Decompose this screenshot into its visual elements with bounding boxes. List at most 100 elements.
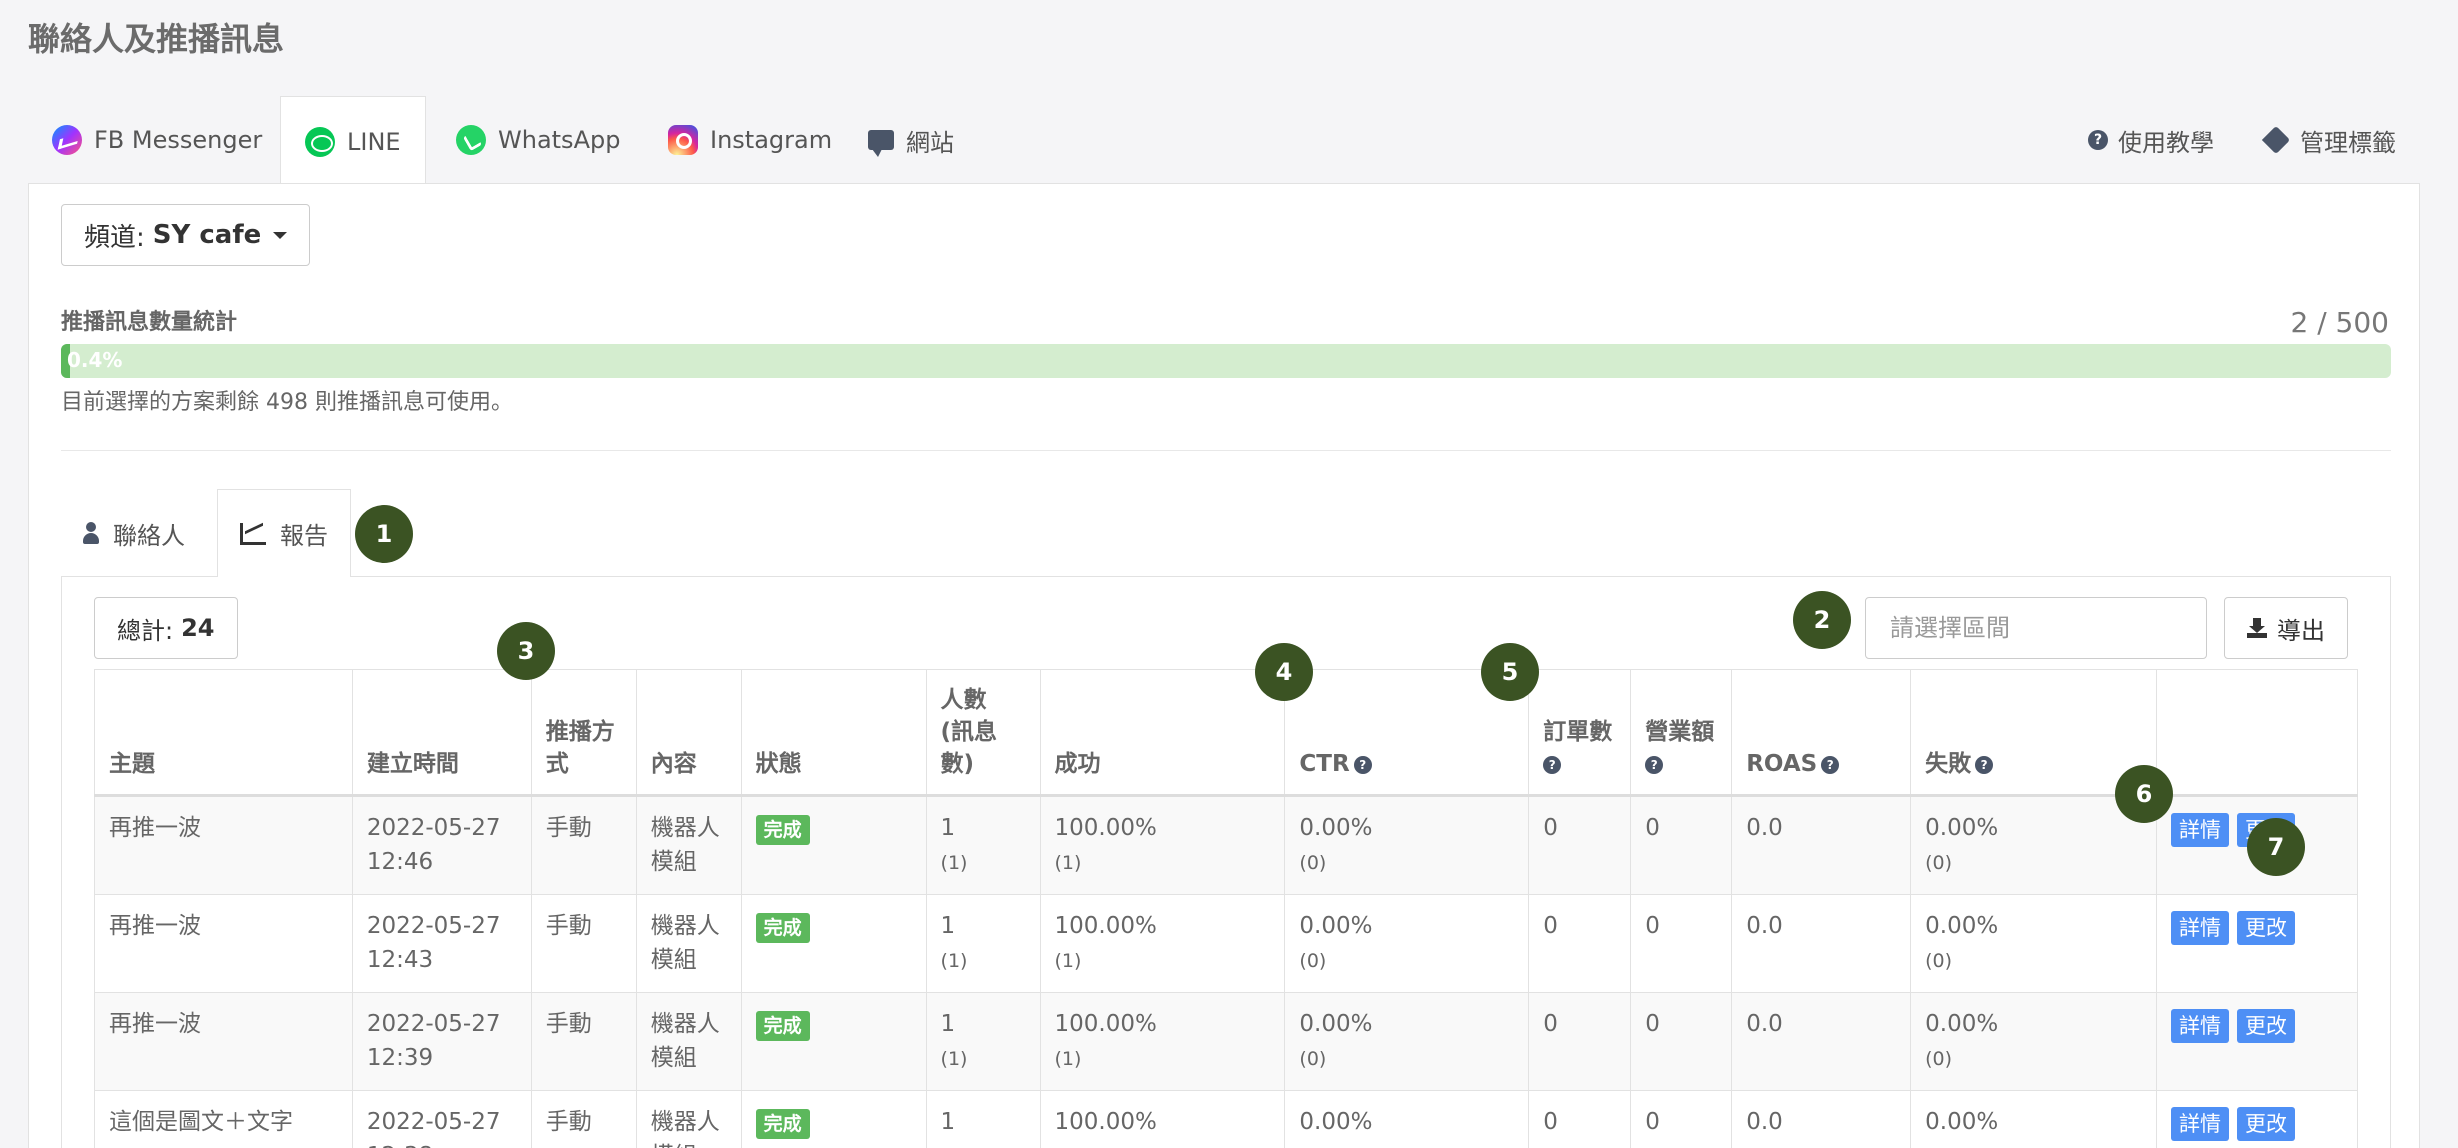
tutorial-link[interactable]: ? 使用教學 [2088,96,2214,184]
tab-fb-messenger[interactable]: FB Messenger [28,96,286,184]
help-icon[interactable]: ? [1975,755,1994,774]
table-row: 這個是圖文＋文字2022-05-2712:38手動機器人模組完成 1(1)100.… [94,1090,2358,1148]
download-icon [2247,618,2267,638]
cell-roas: 0.0 [1731,992,1912,1091]
progress-label: 0.4% [67,348,123,372]
col-actions [2156,669,2358,797]
status-badge: 完成 [755,1109,810,1139]
cell-method: 手動 [530,1090,637,1148]
table-row: 再推一波 2022-05-27 12:43 手動 機器人模組 完成 1 (1) 100.00%(… [94,894,2358,993]
cell-success: 100.00%(1) [1039,1090,1286,1148]
cell-roas: 0.0 [1731,894,1912,993]
cell-people: 1(1) [925,894,1041,993]
cell-actions: 詳情更改 [2156,894,2358,993]
cell-actions: 詳情更改 [2156,1090,2358,1148]
help-icon[interactable]: ? [1645,755,1664,774]
tab-label: FB Messenger [94,126,263,154]
cell-revenue: 0 [1630,1090,1733,1148]
cell-method: 手動 [530,992,637,1091]
cell-fail: 0.00%(0) [1910,992,2157,1091]
marker-2: 2 [1793,591,1851,649]
chat-icon [868,130,894,157]
edit-button[interactable]: 更改 [2237,1107,2295,1141]
edit-button[interactable]: 更改 [2237,911,2295,945]
tab-website[interactable]: 網站 [844,96,978,184]
marker-3: 3 [497,622,555,680]
col-orders: 訂單數? [1528,669,1632,797]
cell-status: 完成 [740,992,927,1091]
help-icon[interactable]: ? [1821,755,1840,774]
tab-label: LINE [347,127,401,156]
detail-button[interactable]: 詳情 [2171,1009,2229,1043]
cell-content: 機器人模組 [635,795,742,895]
manage-tags-link[interactable]: 管理標籤 [2261,96,2396,184]
tab-line[interactable]: LINE [280,96,426,186]
cell-created: 2022-05-27 12:39 [351,992,532,1091]
cell-actions: 詳情更改 [2156,992,2358,1091]
stats-title: 推播訊息數量統計 [61,310,238,335]
cell-revenue: 0 [1630,992,1733,1091]
col-revenue: 營業額? [1630,669,1733,797]
cell-success: 100.00%(1) [1039,795,1286,895]
detail-button[interactable]: 詳情 [2171,813,2229,847]
col-method: 推播方式 [530,669,637,797]
marker-4: 4 [1255,643,1313,701]
cell-created: 2022-05-2712:38 [351,1090,532,1148]
marker-1: 1 [355,505,413,563]
stats-count: 2 / 500 [2290,306,2390,339]
cell-success: 100.00%(1) [1039,894,1286,993]
detail-button[interactable]: 詳情 [2171,911,2229,945]
status-badge: 完成 [755,815,810,845]
status-badge: 完成 [755,913,810,943]
channel-select-button[interactable]: 頻道: SY cafe [61,204,311,266]
whatsapp-icon [456,125,486,155]
tab-report[interactable]: 報告 [217,489,351,577]
line-chart-icon [240,522,266,545]
cell-created: 2022-05-27 12:46 [351,795,532,895]
tab-whatsapp[interactable]: WhatsApp [432,96,644,184]
cell-roas: 0.0 [1731,1090,1912,1148]
help-icon[interactable]: ? [1353,755,1372,774]
question-icon: ? [2088,130,2108,150]
cell-revenue: 0 [1630,894,1733,993]
cell-people: 1(1) [925,795,1041,895]
help-icon[interactable]: ? [1543,755,1562,774]
cell-content: 機器人模組 [635,1090,742,1148]
cell-method: 手動 [530,795,637,895]
cell-ctr: 0.00%(0) [1284,795,1530,895]
table-row: 再推一波 2022-05-27 12:46 手動 機器人模組 完成 1 (1) 100.00%(… [94,795,2358,895]
channel-tabs: FB Messenger LINE WhatsApp Instagram 網站 … [28,96,2420,186]
marker-6: 6 [2115,765,2173,823]
progress-bar: 0.4% [61,344,2391,378]
table-header: 主題 建立時間 推播方式 內容 狀態 人數 (訊息數) 成功 CTR? 訂單數?… [94,669,2358,797]
cell-content: 機器人模組 [635,992,742,1091]
stats-note: 目前選擇的方案剩餘 498 則推播訊息可使用。 [61,390,513,415]
page-title: 聯絡人及推播訊息 [28,20,285,58]
col-people: 人數 (訊息數) [925,669,1041,797]
cell-ctr: 0.00%(0) [1284,1090,1530,1148]
col-roas: ROAS? [1731,669,1912,797]
date-range-input[interactable] [1865,597,2207,659]
cell-orders: 0 [1528,795,1632,895]
cell-fail: 0.00%(0) [1910,1090,2157,1148]
col-subject: 主題 [94,669,353,797]
cell-subject: 再推一波 [94,894,353,993]
tab-contacts[interactable]: 聯絡人 [61,489,207,577]
instagram-icon [668,125,698,155]
marker-7: 7 [2247,818,2305,876]
report-table: 主題 建立時間 推播方式 內容 狀態 人數 (訊息數) 成功 CTR? 訂單數?… [94,669,2358,1148]
cell-method: 手動 [530,894,637,993]
edit-button[interactable]: 更改 [2237,1009,2295,1043]
col-status: 狀態 [740,669,927,797]
tab-label: Instagram [710,126,833,154]
export-button[interactable]: 導出 [2224,597,2348,659]
total-count: 總計: 24 [94,597,238,659]
cell-fail: 0.00%(0) [1910,894,2157,993]
detail-button[interactable]: 詳情 [2171,1107,2229,1141]
tab-instagram[interactable]: Instagram [644,96,856,184]
table-row: 再推一波 2022-05-27 12:39 手動 機器人模組 完成 1 (1) 100.00%(… [94,992,2358,1091]
cell-subject: 這個是圖文＋文字 [94,1090,353,1148]
cell-orders: 0 [1528,1090,1632,1148]
cell-revenue: 0 [1630,795,1733,895]
tab-label: WhatsApp [498,126,621,154]
